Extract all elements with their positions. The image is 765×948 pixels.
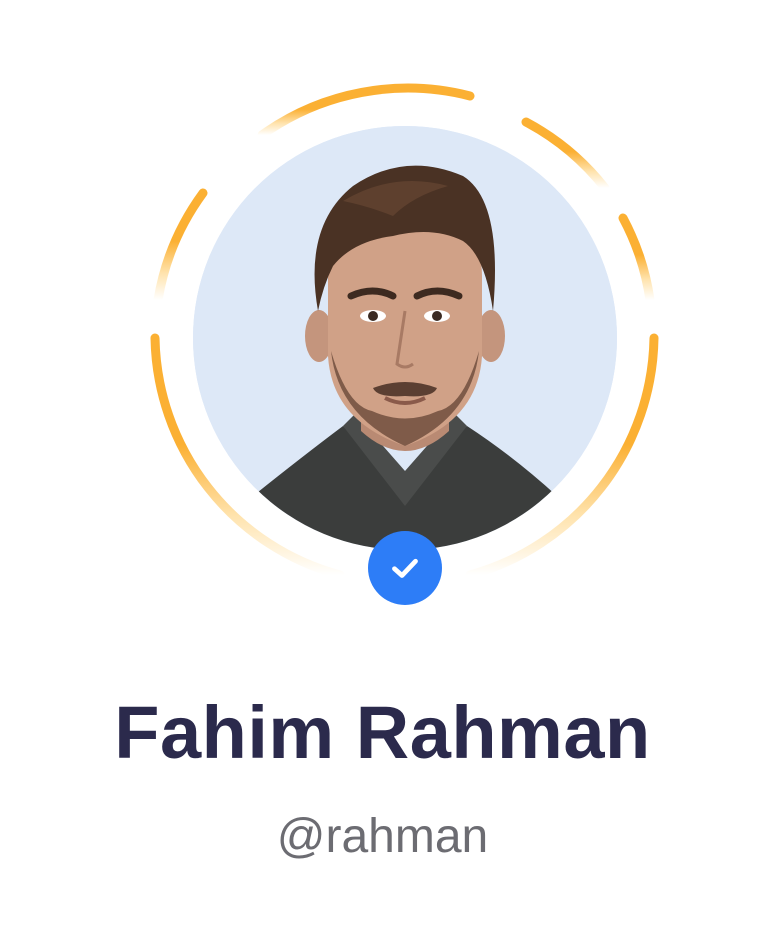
avatar: [193, 126, 617, 550]
avatar-portrait: [193, 126, 617, 550]
avatar-container[interactable]: [140, 70, 670, 605]
username[interactable]: @rahman: [0, 808, 765, 866]
profile-card: Fahim Rahman @rahman: [0, 0, 765, 948]
check-icon: [392, 558, 418, 578]
display-name: Fahim Rahman: [114, 691, 651, 774]
verified-badge: [368, 531, 442, 605]
